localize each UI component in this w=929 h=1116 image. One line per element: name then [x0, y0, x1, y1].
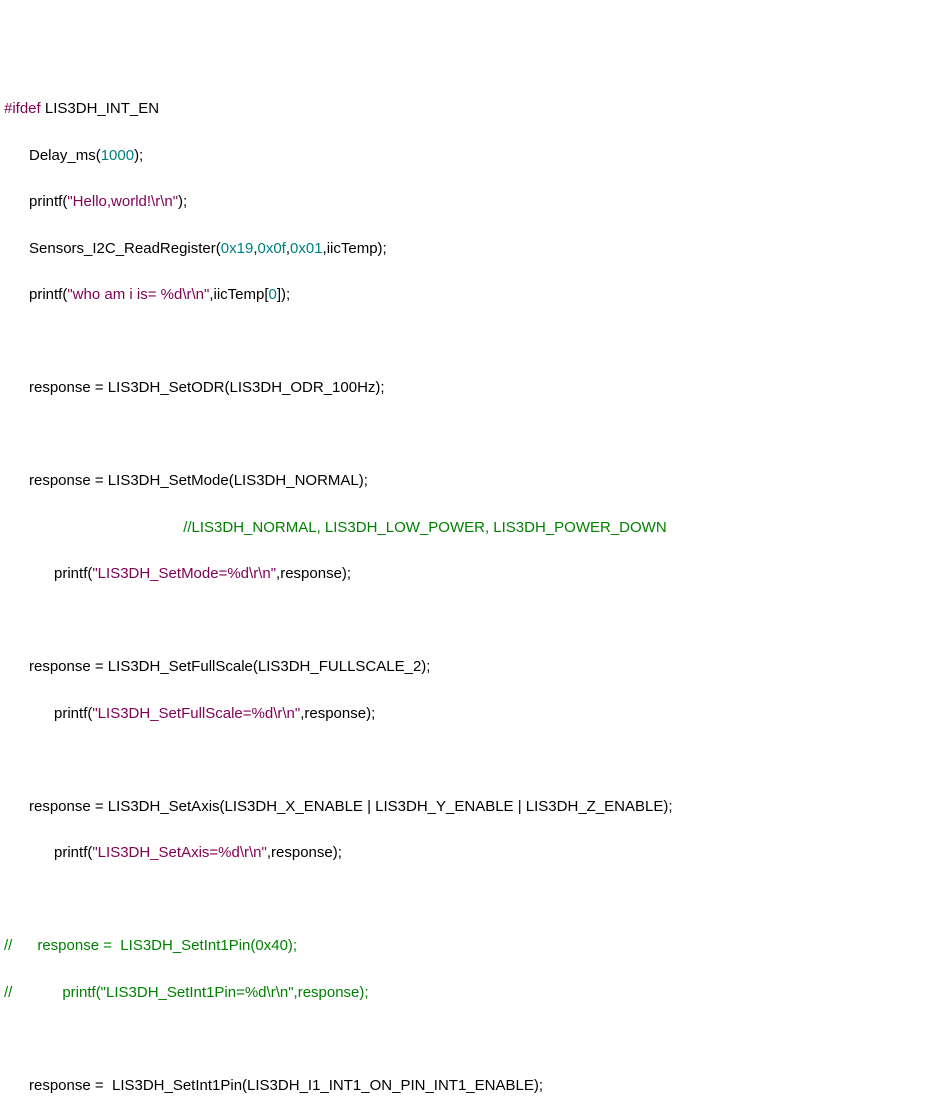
comment-modes: //LIS3DH_NORMAL, LIS3DH_LOW_POWER, LIS3D…: [183, 519, 666, 536]
code-line: printf("LIS3DH_SetMode=%d\r\n",response)…: [4, 562, 925, 585]
blank-line: [4, 609, 925, 632]
hex-01: 0x01: [290, 240, 323, 257]
code-line: // printf("LIS3DH_SetInt1Pin=%d\r\n",res…: [4, 981, 925, 1004]
call-printf: printf(: [4, 286, 67, 303]
comment-setint1pin-1: // response = LIS3DH_SetInt1Pin(0x40);: [4, 937, 297, 954]
blank-line: [4, 748, 925, 771]
code-line: Delay_ms(1000);: [4, 144, 925, 167]
paren-semi: );: [178, 193, 187, 210]
call-setaxis: response = LIS3DH_SetAxis(LIS3DH_X_ENABL…: [4, 798, 673, 815]
str-setaxis: "LIS3DH_SetAxis=%d\r\n": [92, 844, 266, 861]
call-printf: printf(: [4, 844, 92, 861]
code-line: response = LIS3DH_SetInt1Pin(LIS3DH_I1_I…: [4, 1074, 925, 1097]
idx-0: 0: [269, 286, 277, 303]
str-whoami: "who am i is= %d\r\n": [67, 286, 209, 303]
blank-line: [4, 330, 925, 353]
close: ,response);: [276, 565, 351, 582]
comment-setint1pin-2: // printf("LIS3DH_SetInt1Pin=%d\r\n",res…: [4, 984, 369, 1001]
num-1000: 1000: [101, 147, 134, 164]
call-setmode: response = LIS3DH_SetMode(LIS3DH_NORMAL)…: [4, 472, 368, 489]
call-setfullscale: response = LIS3DH_SetFullScale(LIS3DH_FU…: [4, 658, 430, 675]
call-printf: printf(: [4, 705, 92, 722]
str-setfullscale: "LIS3DH_SetFullScale=%d\r\n": [92, 705, 300, 722]
blank-line: [4, 423, 925, 446]
hex-19: 0x19: [221, 240, 254, 257]
code-line: response = LIS3DH_SetFullScale(LIS3DH_FU…: [4, 655, 925, 678]
call-setodr: response = LIS3DH_SetODR(LIS3DH_ODR_100H…: [4, 379, 385, 396]
call-setint1pin: response = LIS3DH_SetInt1Pin(LIS3DH_I1_I…: [4, 1077, 543, 1094]
blank-line: [4, 1027, 925, 1050]
hex-0f: 0x0f: [257, 240, 285, 257]
code-line: printf("Hello,world!\r\n");: [4, 190, 925, 213]
code-line: printf("LIS3DH_SetFullScale=%d\r\n",resp…: [4, 702, 925, 725]
code-line: printf("LIS3DH_SetAxis=%d\r\n",response)…: [4, 841, 925, 864]
code-line: //LIS3DH_NORMAL, LIS3DH_LOW_POWER, LIS3D…: [4, 516, 925, 539]
macro-name: LIS3DH_INT_EN: [45, 100, 159, 117]
code-line: response = LIS3DH_SetODR(LIS3DH_ODR_100H…: [4, 376, 925, 399]
code-line: Sensors_I2C_ReadRegister(0x19,0x0f,0x01,…: [4, 237, 925, 260]
code-line: // response = LIS3DH_SetInt1Pin(0x40);: [4, 934, 925, 957]
mid: ,iicTemp[: [209, 286, 268, 303]
code-line: printf("who am i is= %d\r\n",iicTemp[0])…: [4, 283, 925, 306]
call-printf: printf(: [4, 193, 67, 210]
code-line: #ifdef LIS3DH_INT_EN: [4, 97, 925, 120]
close: ]);: [277, 286, 290, 303]
paren-semi: );: [134, 147, 143, 164]
call-readreg: Sensors_I2C_ReadRegister(: [4, 240, 221, 257]
str-hello: "Hello,world!\r\n": [67, 193, 178, 210]
preproc-ifdef: #ifdef: [4, 100, 45, 117]
close: ,response);: [267, 844, 342, 861]
code-line: response = LIS3DH_SetMode(LIS3DH_NORMAL)…: [4, 469, 925, 492]
indent: [4, 519, 183, 536]
code-line: response = LIS3DH_SetAxis(LIS3DH_X_ENABL…: [4, 795, 925, 818]
call-delay: Delay_ms(: [4, 147, 101, 164]
rest: ,iicTemp);: [323, 240, 387, 257]
blank-line: [4, 888, 925, 911]
call-printf: printf(: [4, 565, 92, 582]
close: ,response);: [300, 705, 375, 722]
str-setmode: "LIS3DH_SetMode=%d\r\n": [92, 565, 276, 582]
